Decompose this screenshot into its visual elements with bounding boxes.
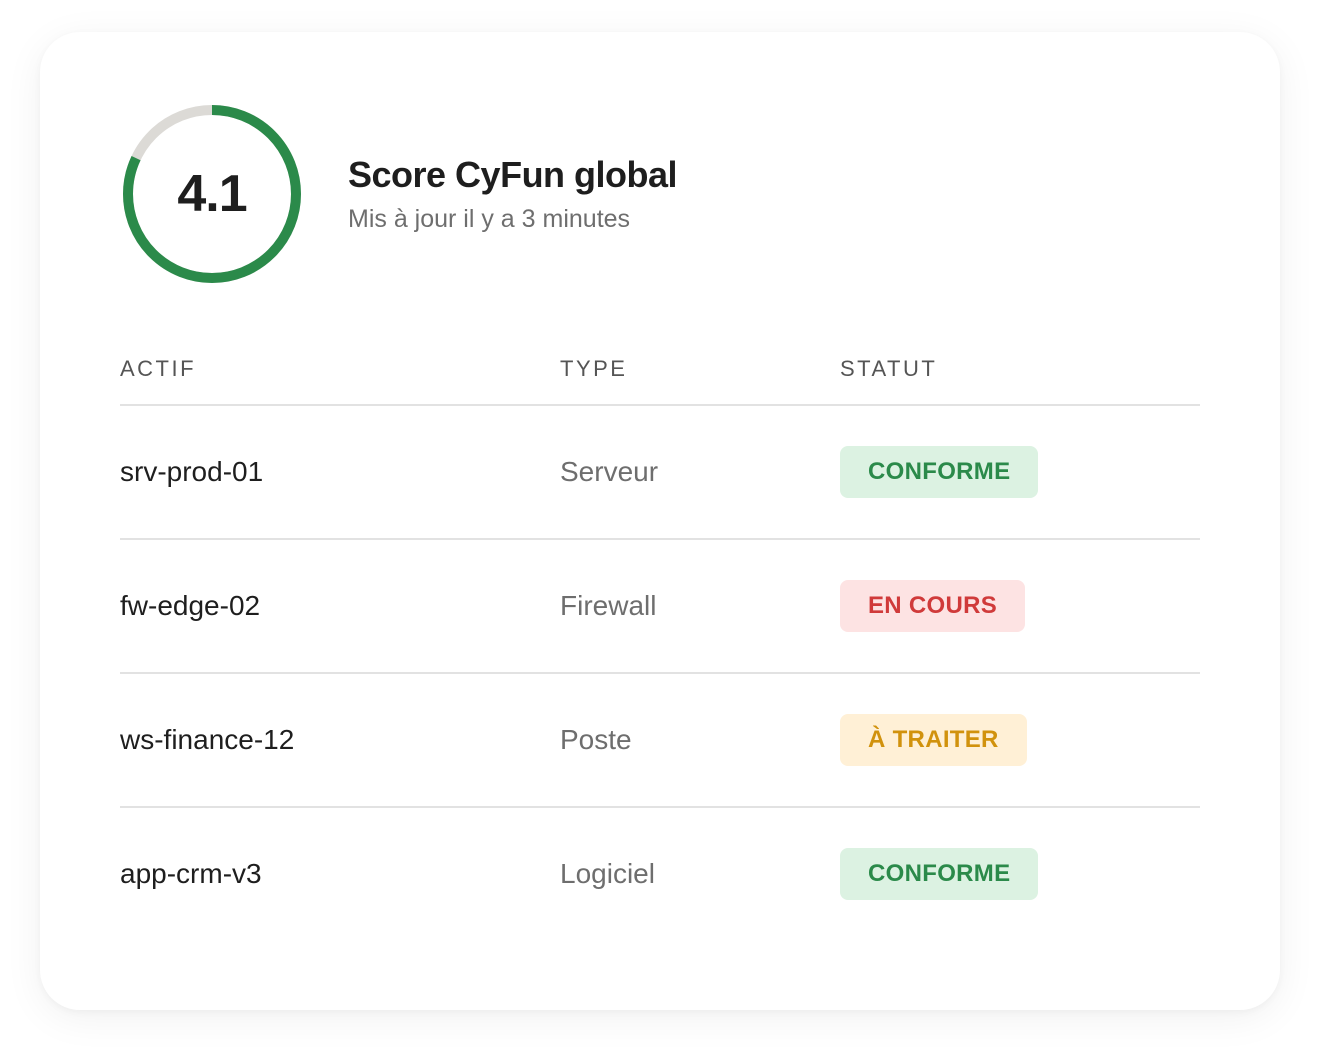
score-updated-text: Mis à jour il y a 3 minutes	[348, 205, 631, 233]
asset-type: Firewall	[560, 590, 657, 621]
table-row[interactable]: app-crm-v3 Logiciel CONFORME	[120, 808, 1200, 940]
asset-type: Serveur	[560, 456, 659, 487]
asset-name: app-crm-v3	[120, 858, 262, 889]
status-badge: CONFORME	[840, 848, 1039, 900]
asset-name: ws-finance-12	[120, 724, 295, 755]
column-header-asset: ACTIF	[120, 356, 197, 381]
score-gauge: 4.1	[120, 102, 304, 286]
table-row[interactable]: srv-prod-01 Serveur CONFORME	[120, 406, 1200, 540]
table-header: ACTIF TYPE STATUT	[120, 334, 1200, 406]
column-header-type: TYPE	[560, 356, 628, 381]
table-row[interactable]: ws-finance-12 Poste À TRAITER	[120, 674, 1200, 808]
status-badge: CONFORME	[840, 446, 1039, 498]
assets-table: ACTIF TYPE STATUT srv-prod-01 Serveur CO…	[120, 334, 1200, 940]
asset-type: Poste	[560, 724, 632, 755]
score-text: Score CyFun global Mis à jour il y a 3 m…	[348, 153, 678, 235]
status-badge: À TRAITER	[840, 714, 1027, 766]
status-badge: EN COURS	[840, 580, 1026, 632]
score-card: 4.1 Score CyFun global Mis à jour il y a…	[40, 32, 1280, 1010]
score-header: 4.1 Score CyFun global Mis à jour il y a…	[120, 102, 678, 286]
column-header-status: STATUT	[840, 356, 938, 381]
asset-name: srv-prod-01	[120, 456, 264, 487]
score-title: Score CyFun global	[348, 154, 678, 195]
score-value: 4.1	[177, 165, 247, 223]
asset-name: fw-edge-02	[120, 590, 261, 621]
table-row[interactable]: fw-edge-02 Firewall EN COURS	[120, 540, 1200, 674]
asset-type: Logiciel	[560, 858, 655, 889]
